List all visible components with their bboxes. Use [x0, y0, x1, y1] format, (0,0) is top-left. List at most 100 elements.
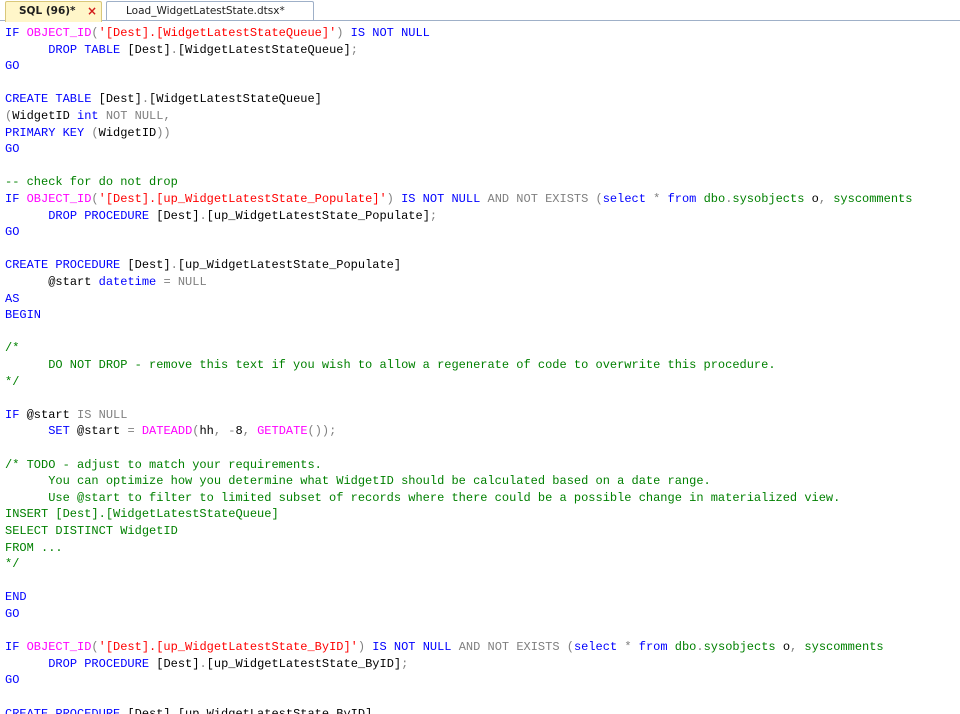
code-token: IS NOT NULL — [365, 640, 459, 655]
code-token: IF — [5, 640, 27, 655]
code-token: * — [653, 192, 668, 206]
code-token: select — [573, 640, 625, 655]
code-line: DROP TABLE [Dest].[WidgetLatestStateQueu… — [5, 42, 358, 59]
code-token: PRIMARY KEY — [5, 125, 92, 140]
code-token: . — [170, 42, 178, 57]
code-token: Use @start to filter to limited subset o… — [5, 490, 841, 505]
code-token: -- check for do not drop — [5, 175, 178, 190]
code-line: CREATE PROCEDURE [Dest].[up_WidgetLatest… — [5, 257, 401, 274]
code-token: '[Dest].[WidgetLatestStateQueue]' — [98, 26, 337, 40]
code-token: OBJECT_ID — [26, 26, 92, 40]
code-line: IF @start IS NULL — [5, 407, 127, 424]
code-token: GO — [5, 59, 20, 74]
code-line: SET @start = DATEADD(hh, -8, GETDATE()); — [5, 423, 336, 440]
code-line: */ — [5, 374, 19, 391]
code-token: DROP PROCEDURE — [48, 656, 157, 671]
code-token: [up_WidgetLatestState_Populate] — [206, 208, 430, 223]
code-token: [Dest] — [127, 42, 171, 57]
code-token: WidgetID — [98, 125, 157, 140]
code-token: [WidgetLatestStateQueue] — [149, 92, 322, 107]
code-token: sysobjects — [732, 192, 812, 206]
code-token: * — [624, 640, 639, 655]
tab-load-widget-latest-state-dtsx[interactable]: Load_WidgetLatestState.dtsx* — [106, 1, 314, 20]
code-token: */ — [5, 557, 20, 572]
code-token: SET — [48, 424, 78, 439]
code-token: ; — [429, 208, 438, 223]
document-tab-strip: SQL (96)* × Load_WidgetLatestState.dtsx* — [0, 0, 960, 22]
code-token: IS NULL — [77, 407, 128, 422]
code-token: [Dest] — [156, 208, 200, 223]
code-token: ( — [91, 640, 99, 655]
code-line: INSERT [Dest].[WidgetLatestStateQueue] — [5, 506, 279, 523]
code-line: FROM ... — [5, 540, 63, 557]
code-token: GO — [5, 673, 20, 688]
code-token: '[Dest].[up_WidgetLatestState_ByID]' — [98, 640, 358, 655]
code-token: syscomments — [833, 192, 913, 206]
code-token: = — [163, 275, 178, 289]
code-token: END — [5, 590, 27, 605]
code-token: , — [790, 640, 805, 655]
code-token: CREATE TABLE — [5, 92, 99, 107]
code-line: SELECT DISTINCT WidgetID — [5, 523, 178, 540]
code-token: FROM ... — [5, 540, 63, 555]
code-token: DROP TABLE — [48, 42, 128, 57]
code-token: ) — [386, 192, 394, 206]
code-line: */ — [5, 556, 19, 573]
code-token: CREATE PROCEDURE — [5, 258, 128, 273]
code-token: datetime — [98, 275, 164, 289]
code-token: IS NOT NULL — [393, 192, 488, 206]
code-token: int — [77, 109, 106, 123]
code-token: o — [811, 192, 819, 206]
code-token: DROP PROCEDURE — [48, 208, 157, 223]
code-token: DO NOT DROP - remove this text if you wi… — [5, 358, 776, 372]
code-line: Use @start to filter to limited subset o… — [5, 490, 840, 507]
code-token: dbo — [674, 640, 697, 655]
code-token: CREATE PROCEDURE — [5, 706, 128, 714]
code-token: . — [199, 208, 207, 223]
code-line: GO — [5, 606, 19, 623]
code-token: = — [127, 424, 142, 439]
code-token: IF — [5, 26, 27, 40]
code-token: )) — [156, 125, 171, 140]
code-line: IF OBJECT_ID('[Dest].[up_WidgetLatestSta… — [5, 639, 884, 656]
code-token: GO — [5, 607, 20, 621]
code-line: GO — [5, 672, 19, 689]
code-token: , — [818, 192, 834, 206]
code-token: o — [782, 640, 791, 655]
code-token: */ — [5, 374, 20, 389]
code-line: BEGIN — [5, 307, 41, 324]
code-token: SELECT DISTINCT WidgetID — [5, 524, 178, 538]
code-line: AS — [5, 291, 19, 308]
close-icon[interactable]: × — [87, 2, 97, 20]
code-line: -- check for do not drop — [5, 174, 178, 191]
code-token: AS — [5, 291, 20, 306]
code-token: WidgetID — [12, 109, 78, 123]
code-token: OBJECT_ID — [26, 192, 92, 206]
code-line: IF OBJECT_ID('[Dest].[WidgetLatestStateQ… — [5, 25, 430, 42]
code-line: GO — [5, 141, 19, 158]
code-token: GO — [5, 225, 20, 240]
tab-sql-96[interactable]: SQL (96)* × — [5, 1, 102, 22]
sql-code-editor[interactable]: IF OBJECT_ID ( '[Dest].[WidgetLatestStateQ… — [0, 21, 960, 714]
code-line: DROP PROCEDURE [Dest].[up_WidgetLatestSt… — [5, 656, 408, 673]
code-token: /* TODO - adjust to match your requireme… — [5, 457, 322, 472]
code-token: ; — [350, 42, 358, 57]
code-token: hh — [199, 424, 214, 439]
code-token: /* — [5, 341, 20, 356]
code-line: /* — [5, 340, 19, 357]
code-line: END — [5, 589, 27, 606]
code-token: [Dest] — [127, 258, 171, 273]
code-token: ( — [566, 640, 574, 655]
code-token: [Dest] — [98, 92, 142, 107]
code-token: ()); — [307, 424, 337, 439]
code-token: ) — [357, 640, 366, 655]
code-line: CREATE TABLE [Dest].[WidgetLatestStateQu… — [5, 91, 322, 108]
code-token: You can optimize how you determine what … — [5, 474, 711, 489]
code-token: IF — [5, 192, 27, 206]
code-token: - — [228, 424, 236, 439]
code-line: DROP PROCEDURE [Dest].[up_WidgetLatestSt… — [5, 208, 437, 225]
code-token: , — [213, 424, 229, 439]
